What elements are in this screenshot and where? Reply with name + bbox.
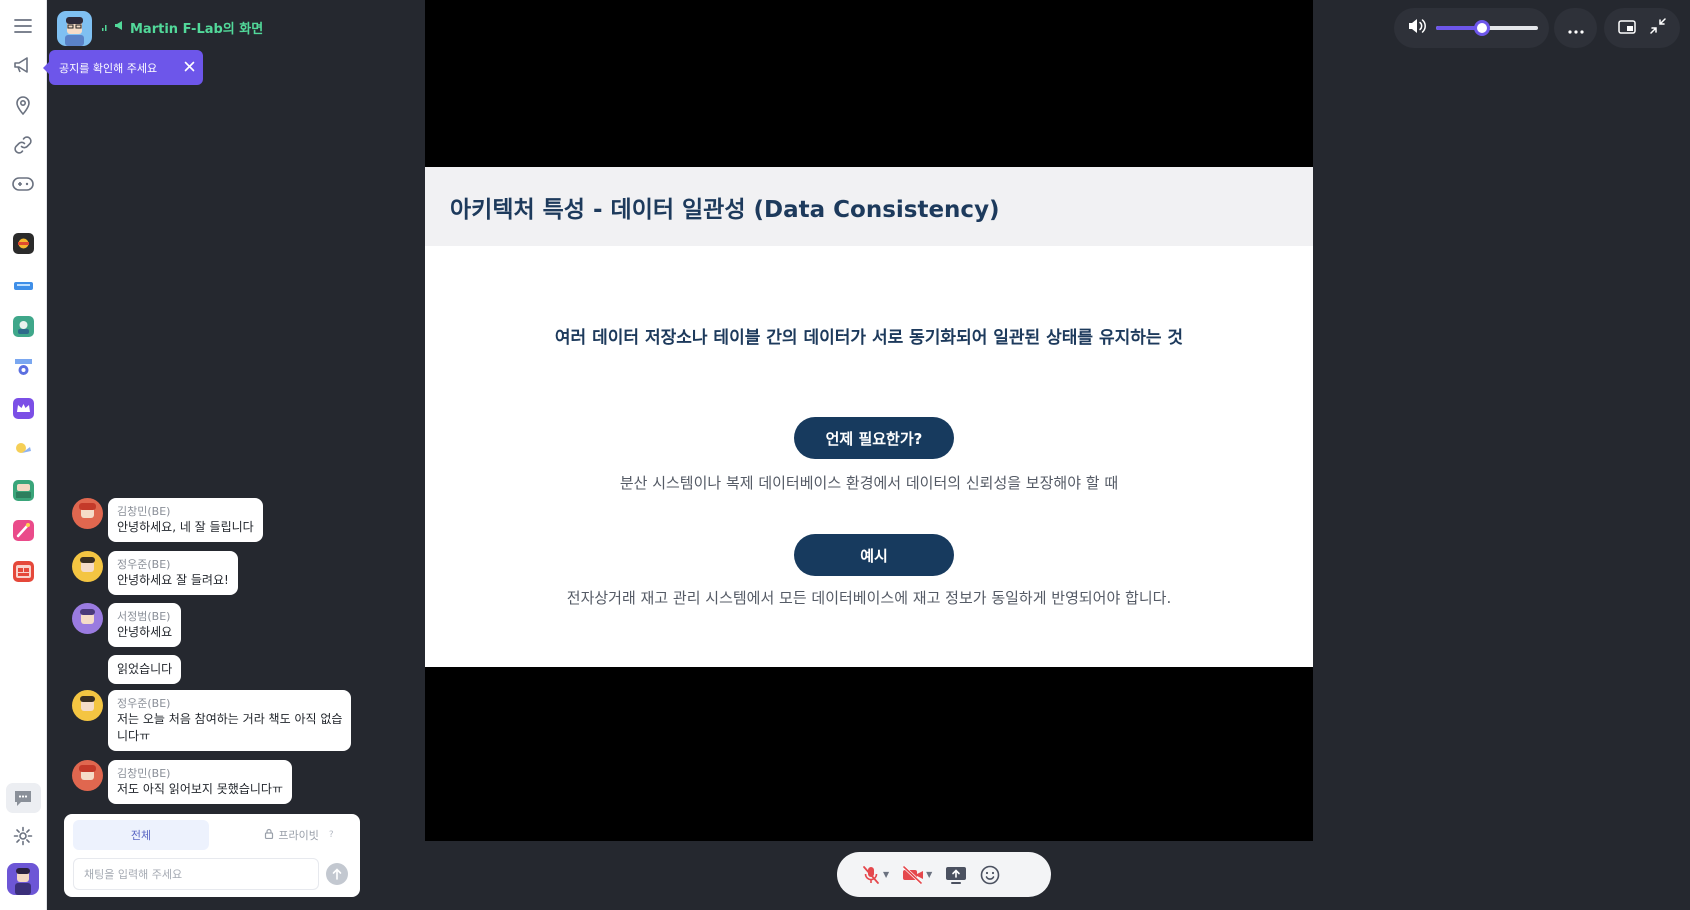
emoji-button[interactable] bbox=[980, 865, 1000, 885]
user-avatar bbox=[72, 498, 103, 529]
microphone-toggle[interactable]: ▼ bbox=[861, 865, 889, 885]
emoji-smile-icon bbox=[981, 865, 1000, 884]
chat-text: 안녕하세요, 네 잘 들립니다 bbox=[117, 520, 254, 534]
screen-share-icon bbox=[946, 866, 967, 884]
example-text: 전자상거래 재고 관리 시스템에서 모든 데이터베이스에 재고 정보가 동일하게… bbox=[566, 589, 1172, 607]
chat-bubble: 읽었습니다 bbox=[108, 655, 182, 684]
app-icon-8[interactable] bbox=[13, 520, 34, 541]
presentation-slide: 아키텍처 특성 - 데이터 일관성 (Data Consistency) 여러 … bbox=[425, 167, 1313, 667]
chat-bubble: 김창민(BE) 안녕하세요, 네 잘 들립니다 bbox=[108, 498, 263, 542]
volume-slider[interactable] bbox=[1436, 20, 1538, 36]
chat-tab-all[interactable]: 전체 bbox=[73, 820, 209, 850]
chat-bubble: 서정범(BE) 안녕하세요 bbox=[108, 603, 182, 647]
chat-text: 읽었습니다 bbox=[117, 662, 173, 676]
host-avatar bbox=[57, 11, 92, 46]
chat-text-continued: 니다ㅠ bbox=[117, 729, 151, 743]
chat-bubble: 정우준(BE) 저는 오늘 처음 참여하는 거라 책도 아직 없습 니다ㅠ bbox=[108, 690, 352, 751]
app-icon-4[interactable] bbox=[13, 357, 34, 378]
microphone-off-icon bbox=[863, 865, 879, 884]
chat-bubble: 김창민(BE) 저도 아직 읽어보지 못했습니다ㅠ bbox=[108, 760, 293, 804]
more-options-button[interactable] bbox=[1554, 8, 1597, 48]
speaker-volume-icon[interactable] bbox=[1408, 18, 1426, 38]
chat-text: 저도 아직 읽어보지 못했습니다ㅠ bbox=[117, 782, 284, 796]
user-avatar bbox=[72, 760, 103, 791]
chat-sender: 정우준(BE) bbox=[117, 697, 171, 710]
volume-slider-knob[interactable] bbox=[1473, 20, 1490, 36]
media-control-bar: ▼ ▼ bbox=[837, 852, 1051, 897]
help-icon[interactable]: ? bbox=[329, 830, 334, 840]
chat-sender: 정우준(BE) bbox=[117, 558, 171, 571]
camera-off-icon bbox=[903, 865, 924, 884]
app-icon-6[interactable] bbox=[13, 439, 34, 460]
screen-share-button[interactable] bbox=[945, 865, 967, 885]
app-icon-9[interactable] bbox=[13, 561, 34, 582]
link-icon[interactable] bbox=[11, 133, 35, 157]
slide-header: 아키텍처 특성 - 데이터 일관성 (Data Consistency) bbox=[425, 167, 1313, 246]
lock-icon bbox=[264, 828, 274, 842]
megaphone-icon[interactable] bbox=[11, 53, 35, 77]
chat-input[interactable] bbox=[73, 858, 319, 890]
example-pill: 예시 bbox=[794, 534, 954, 576]
chat-sender: 김창민(BE) bbox=[117, 505, 171, 518]
camera-toggle[interactable]: ▼ bbox=[902, 865, 932, 884]
settings-gear-icon[interactable] bbox=[11, 824, 35, 848]
user-avatar bbox=[72, 690, 103, 721]
chat-text: 안녕하세요 bbox=[117, 625, 173, 639]
chevron-down-icon[interactable]: ▼ bbox=[926, 870, 932, 879]
host-name-text: Martin F-Lab의 화면 bbox=[130, 22, 264, 37]
window-controls bbox=[1604, 8, 1680, 48]
signal-bars-icon bbox=[101, 20, 110, 35]
minimize-arrows-icon[interactable] bbox=[1650, 18, 1666, 38]
chat-text: 저는 오늘 처음 참여하는 거라 책도 아직 없습 bbox=[117, 712, 343, 726]
notice-popup[interactable]: 공지를 확인해 주세요 bbox=[43, 50, 203, 85]
chat-text: 안녕하세요 잘 들려요! bbox=[117, 573, 229, 587]
gamepad-icon[interactable] bbox=[11, 172, 35, 196]
volume-control bbox=[1394, 8, 1549, 48]
user-avatar bbox=[72, 551, 103, 582]
close-icon[interactable] bbox=[184, 61, 195, 75]
app-icon-1[interactable] bbox=[13, 233, 34, 254]
speaker-megaphone-icon bbox=[114, 20, 126, 35]
app-icon-3[interactable] bbox=[13, 316, 34, 337]
chat-tab-private-label: 프라이빗 bbox=[278, 829, 319, 842]
when-needed-text: 분산 시스템이나 복제 데이터베이스 환경에서 데이터의 신뢰성을 보장해야 할… bbox=[619, 474, 1119, 492]
more-dots-icon bbox=[1567, 19, 1584, 38]
chat-bubble-icon bbox=[11, 786, 35, 810]
app-icon-2[interactable] bbox=[13, 275, 34, 296]
screen-share-view: 아키텍처 특성 - 데이터 일관성 (Data Consistency) 여러 … bbox=[425, 0, 1313, 841]
chat-composer: 전체 프라이빗 ? bbox=[64, 814, 360, 897]
left-rail bbox=[0, 0, 47, 910]
chat-tab-private[interactable]: 프라이빗 ? bbox=[244, 820, 354, 850]
host-screen-label: Martin F-Lab의 화면 bbox=[101, 18, 263, 37]
notice-text: 공지를 확인해 주세요 bbox=[59, 61, 158, 75]
crown-app-icon[interactable] bbox=[13, 398, 34, 419]
chat-sender: 김창민(BE) bbox=[117, 767, 171, 780]
my-avatar[interactable] bbox=[7, 863, 39, 895]
app-icon-7[interactable] bbox=[13, 480, 34, 501]
send-button[interactable] bbox=[326, 863, 348, 885]
when-needed-pill: 언제 필요한가? bbox=[794, 417, 954, 459]
menu-icon[interactable] bbox=[11, 14, 35, 38]
user-avatar bbox=[72, 603, 103, 634]
slide-definition: 여러 데이터 저장소나 테이블 간의 데이터가 서로 동기화되어 일관된 상태를… bbox=[554, 328, 1184, 348]
chat-sender: 서정범(BE) bbox=[117, 610, 171, 623]
location-pin-icon[interactable] bbox=[11, 93, 35, 117]
chevron-down-icon[interactable]: ▼ bbox=[883, 870, 889, 879]
chat-bubble: 정우준(BE) 안녕하세요 잘 들려요! bbox=[108, 551, 238, 595]
picture-in-picture-icon[interactable] bbox=[1618, 19, 1636, 38]
slide-title: 아키텍처 특성 - 데이터 일관성 (Data Consistency) bbox=[450, 196, 1000, 223]
